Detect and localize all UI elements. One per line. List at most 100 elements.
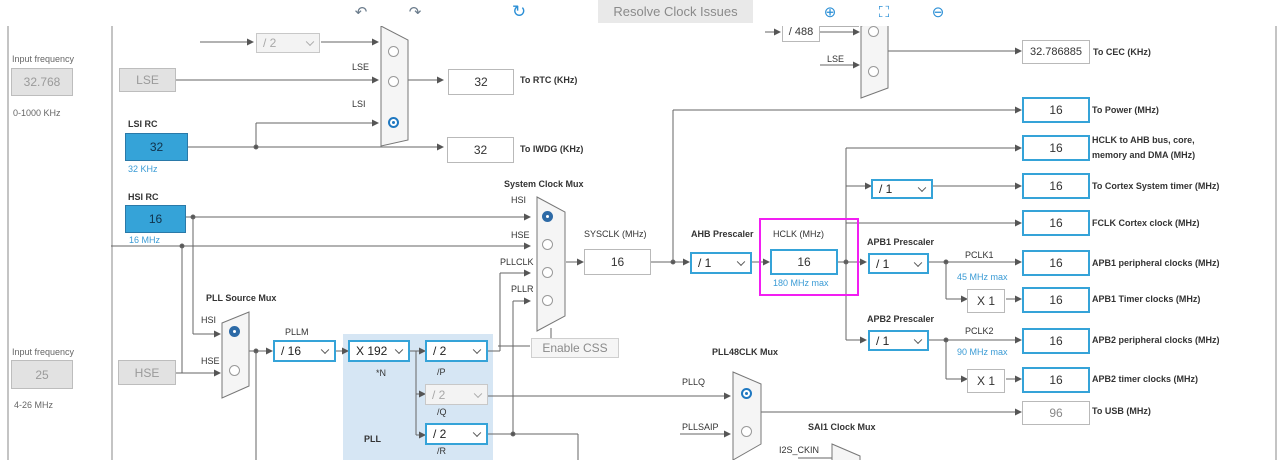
lse-range: 0-1000 KHz — [13, 108, 61, 118]
apb1-prescaler-select[interactable]: / 1 — [868, 253, 929, 274]
cec-mux-lse-label: LSE — [827, 54, 845, 64]
enable-css-button[interactable]: Enable CSS — [531, 338, 619, 358]
sysmux-radio-hsi[interactable] — [542, 211, 553, 222]
pllq-label: /Q — [437, 407, 447, 417]
pll-source-hsi-label: HSI — [201, 315, 217, 325]
sysmux-pllclk-label: PLLCLK — [500, 257, 534, 267]
pll48clk-mux-title: PLL48CLK Mux — [712, 347, 779, 357]
sai1-clock-mux-title: SAI1 Clock Mux — [808, 422, 876, 432]
lsi-rc-value[interactable]: 32 — [125, 133, 188, 161]
chevron-down-icon — [472, 345, 482, 355]
chevron-down-icon — [917, 183, 927, 193]
cortex-timer-value: 16 — [1022, 173, 1090, 199]
cec-output-value: 32.786885 — [1022, 40, 1090, 64]
usb-label: To USB (MHz) — [1092, 406, 1151, 416]
pll-source-hse-label: HSE — [201, 356, 220, 366]
pll48-pllq-label: PLLQ — [682, 377, 706, 387]
ahb-prescaler-label: AHB Prescaler — [691, 229, 754, 239]
lse-input-frequency[interactable]: 32.768 — [11, 68, 73, 96]
hse-input-frequency[interactable]: 25 — [11, 360, 73, 389]
fit-to-screen-icon[interactable]: ⛶ — [873, 2, 895, 22]
zoom-in-icon[interactable]: ⊕ — [819, 2, 841, 22]
hsi-unit: 16 MHz — [129, 235, 161, 245]
redo-icon[interactable]: ↷ — [404, 2, 426, 22]
sysmux-radio-hse[interactable] — [542, 239, 553, 250]
lsi-rc-label: LSI RC — [128, 119, 158, 129]
apb1-timer-label: APB1 Timer clocks (MHz) — [1092, 294, 1201, 304]
pll-source-radio-hse[interactable] — [229, 365, 240, 376]
pllp-select-value: / 2 — [433, 344, 447, 358]
rtc-hse-divider-value: / 2 — [263, 36, 277, 50]
rtc-hse-divider: / 2 — [256, 33, 320, 53]
resolve-clock-issues-button[interactable]: Resolve Clock Issues — [598, 0, 753, 23]
apb2-peripheral-label: APB2 peripheral clocks (MHz) — [1092, 335, 1220, 345]
sysmux-hse-label: HSE — [511, 230, 530, 240]
usb-value: 96 — [1022, 401, 1090, 425]
chevron-down-icon — [473, 389, 483, 398]
hclk-ahb-label-line2: memory and DMA (MHz) — [1092, 150, 1196, 160]
lsi-unit: 32 KHz — [128, 164, 158, 174]
iwdg-output-value: 32 — [447, 137, 514, 163]
ahb-prescaler-select[interactable]: / 1 — [690, 252, 752, 274]
chevron-down-icon — [913, 335, 923, 344]
apb2-prescaler-select[interactable]: / 1 — [868, 330, 929, 351]
cec-divider[interactable]: / 488 — [782, 26, 820, 42]
pll48clk-mux-shape — [732, 371, 762, 460]
power-label: To Power (MHz) — [1092, 105, 1159, 115]
pllr-label: /R — [437, 446, 446, 456]
apb2-prescaler-label: APB2 Prescaler — [867, 314, 935, 324]
pclk1-max: 45 MHz max — [957, 272, 1008, 282]
apb2-timer-multiplier: X 1 — [967, 369, 1005, 393]
power-value: 16 — [1022, 97, 1090, 123]
pllm-label: PLLM — [285, 327, 309, 337]
pllq-select: / 2 — [425, 384, 488, 405]
toolbar: ↶ ↷ ↻ Resolve Clock Issues ⊕ ⛶ ⊖ — [0, 0, 1285, 26]
cec-output-label: To CEC (KHz) — [1093, 47, 1151, 57]
cortex-timer-label: To Cortex System timer (MHz) — [1092, 181, 1220, 191]
chevron-down-icon — [305, 37, 315, 47]
cec-mux-radio-hsi[interactable] — [868, 26, 879, 37]
pll48-radio-pllq[interactable] — [741, 388, 752, 399]
rtc-mux-radio-hse[interactable] — [388, 46, 399, 57]
pllp-label: /P — [437, 367, 446, 377]
plln-label: *N — [376, 368, 387, 378]
hclk-input[interactable]: 16 — [770, 249, 838, 275]
sysmux-radio-pllr[interactable] — [542, 295, 553, 306]
plln-select[interactable]: X 192 — [348, 340, 410, 362]
pllm-select[interactable]: / 16 — [273, 340, 336, 362]
rtc-mux-radio-lse[interactable] — [388, 76, 399, 87]
pllr-select[interactable]: / 2 — [425, 423, 488, 445]
plln-select-value: X 192 — [356, 344, 388, 358]
zoom-out-icon[interactable]: ⊖ — [927, 2, 949, 22]
hclk-ahb-label-line1: HCLK to AHB bus, core, — [1092, 135, 1195, 145]
hclk-label: HCLK (MHz) — [773, 229, 824, 239]
sysmux-radio-pllclk[interactable] — [542, 267, 553, 278]
cortex-timer-divider-value: / 1 — [879, 182, 893, 196]
sysmux-hsi-label: HSI — [511, 195, 527, 205]
undo-icon[interactable]: ↶ — [350, 2, 372, 22]
sysmux-pllr-label: PLLR — [511, 284, 534, 294]
pllp-select[interactable]: / 2 — [425, 340, 488, 362]
input-frequency-label: Input frequency — [12, 54, 75, 64]
cortex-timer-divider-select[interactable]: / 1 — [871, 179, 933, 199]
rtc-mux-radio-lsi[interactable] — [388, 117, 399, 128]
chevron-down-icon — [472, 428, 482, 438]
rtc-output-value: 32 — [448, 69, 514, 95]
pll-label: PLL — [364, 434, 381, 444]
hse-source[interactable]: HSE — [118, 360, 176, 385]
hclk-ahb-value: 16 — [1022, 135, 1090, 161]
apb1-peripheral-value: 16 — [1022, 250, 1090, 276]
pll48-radio-pllsaip[interactable] — [741, 426, 752, 437]
cec-mux-radio-lse[interactable] — [868, 66, 879, 77]
hsi-rc-label: HSI RC — [128, 192, 159, 202]
sai1-mux-shape — [831, 443, 861, 460]
sysclk-label: SYSCLK (MHz) — [584, 229, 647, 239]
hsi-rc-value[interactable]: 16 — [125, 205, 186, 233]
apb1-timer-multiplier: X 1 — [967, 289, 1005, 313]
pll-source-radio-hsi[interactable] — [229, 326, 240, 337]
lse-source[interactable]: LSE — [119, 68, 176, 92]
apb1-peripheral-label: APB1 peripheral clocks (MHz) — [1092, 258, 1220, 268]
refresh-icon[interactable]: ↻ — [508, 2, 530, 22]
chevron-down-icon — [913, 258, 923, 267]
pclk2-label: PCLK2 — [965, 326, 994, 336]
